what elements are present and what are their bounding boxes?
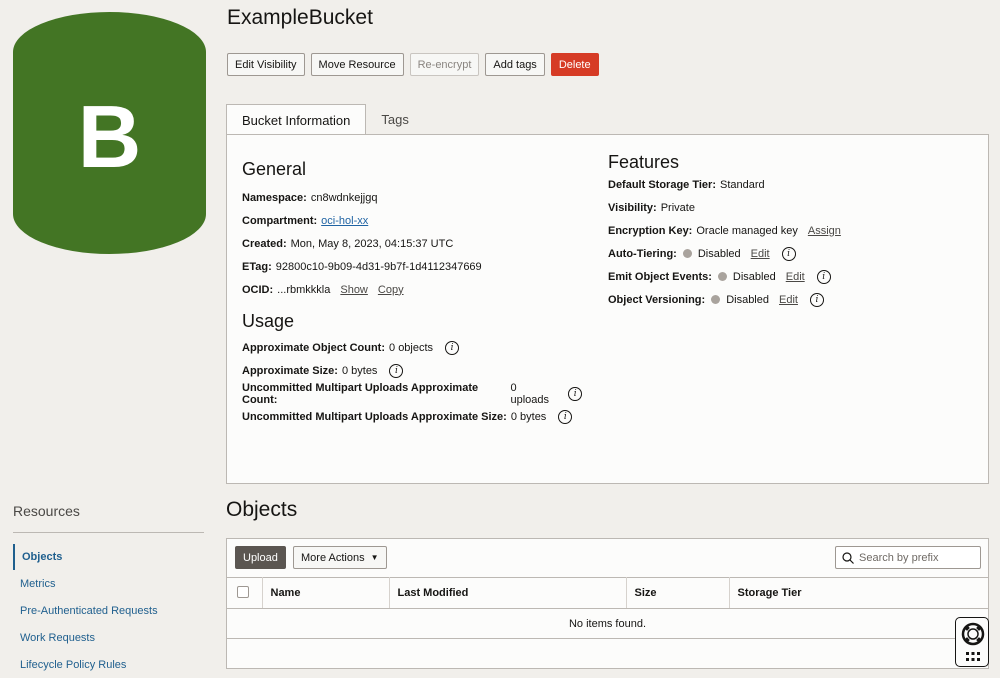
encryption-label: Encryption Key: — [608, 224, 693, 237]
multipart-count-value: 0 uploads — [510, 381, 550, 406]
objects-panel: Upload More Actions ▼ Search by prefix Na… — [226, 538, 989, 669]
status-dot-icon — [711, 295, 721, 304]
compartment-link[interactable]: oci-hol-xx — [321, 215, 368, 227]
features-heading: Features — [608, 152, 680, 172]
reencrypt-button[interactable]: Re-encrypt — [409, 53, 480, 76]
copy-ocid-link[interactable]: Copy — [378, 284, 404, 296]
more-actions-label: More Actions — [301, 551, 365, 564]
column-last-modified[interactable]: Last Modified — [389, 577, 627, 609]
info-icon[interactable]: i — [389, 363, 404, 378]
auto-tiering-label: Auto-Tiering: — [608, 247, 677, 260]
versioning-value: Disabled — [726, 293, 769, 306]
general-heading: General — [242, 159, 307, 179]
help-widget[interactable] — [955, 617, 989, 667]
upload-button[interactable]: Upload — [235, 546, 286, 569]
multipart-size-value: 0 bytes — [510, 410, 547, 423]
caret-down-icon: ▼ — [370, 553, 379, 562]
visibility-label: Visibility: — [608, 201, 657, 214]
divider — [13, 532, 204, 533]
resources-heading: Resources — [13, 503, 80, 519]
namespace-value: cn8wdnkejjgq — [310, 191, 378, 204]
ocid-label: OCID: — [242, 283, 274, 296]
resource-objects[interactable]: Objects — [13, 544, 204, 570]
auto-tiering-value: Disabled — [697, 247, 741, 260]
column-storage-tier[interactable]: Storage Tier — [729, 577, 988, 609]
lifebuoy-icon — [961, 622, 985, 661]
show-ocid-link[interactable]: Show — [340, 284, 368, 296]
info-icon[interactable]: i — [558, 409, 573, 424]
encryption-value: Oracle managed key — [696, 224, 798, 237]
info-icon[interactable]: i — [568, 386, 583, 401]
info-icon[interactable]: i — [781, 246, 796, 261]
column-size[interactable]: Size — [626, 577, 730, 609]
info-icon[interactable]: i — [445, 340, 460, 355]
storage-tier-value: Standard — [720, 178, 765, 191]
empty-message: No items found. — [227, 608, 988, 639]
bucket-info-panel: General Namespace: cn8wdnkejjgq Compartme… — [226, 134, 989, 484]
edit-visibility-button[interactable]: Edit Visibility — [227, 53, 305, 76]
tab-tags[interactable]: Tags — [366, 104, 423, 134]
logo-letter: B — [78, 87, 142, 186]
object-count-label: Approximate Object Count: — [242, 341, 386, 354]
info-icon[interactable]: i — [809, 292, 824, 307]
edit-object-events-link[interactable]: Edit — [786, 271, 805, 283]
etag-value: 92800c10-9b09-4d31-9b7f-1d4112347669 — [275, 260, 482, 273]
ocid-value: ...rbmkkkla — [277, 283, 331, 296]
object-events-label: Emit Object Events: — [608, 270, 712, 283]
multipart-count-label: Uncommitted Multipart Uploads Approximat… — [242, 381, 479, 406]
status-dot-icon — [717, 272, 727, 281]
created-value: Mon, May 8, 2023, 04:15:37 UTC — [290, 237, 454, 250]
size-value: 0 bytes — [341, 364, 378, 377]
created-label: Created: — [242, 237, 287, 250]
page-title: ExampleBucket — [227, 6, 373, 29]
assign-key-link[interactable]: Assign — [808, 225, 841, 237]
objects-heading: Objects — [226, 498, 298, 521]
bucket-logo: B — [13, 12, 206, 254]
multipart-size-label: Uncommitted Multipart Uploads Approximat… — [242, 410, 507, 423]
select-all-checkbox[interactable] — [237, 585, 249, 598]
search-input[interactable]: Search by prefix — [835, 546, 981, 569]
object-events-value: Disabled — [732, 270, 776, 283]
objects-table: Name Last Modified Size Storage Tier No … — [227, 577, 988, 639]
add-tags-button[interactable]: Add tags — [485, 53, 545, 76]
tabs: Bucket Information Tags — [226, 104, 424, 135]
resource-lifecycle-rules[interactable]: Lifecycle Policy Rules — [13, 652, 204, 678]
search-placeholder: Search by prefix — [859, 551, 939, 564]
versioning-label: Object Versioning: — [608, 293, 706, 306]
object-count-value: 0 objects — [389, 341, 434, 354]
usage-heading: Usage — [242, 311, 295, 331]
etag-label: ETag: — [242, 260, 272, 273]
info-icon[interactable]: i — [816, 269, 831, 284]
namespace-label: Namespace: — [242, 191, 307, 204]
edit-auto-tiering-link[interactable]: Edit — [751, 248, 770, 260]
edit-versioning-link[interactable]: Edit — [779, 294, 798, 306]
storage-tier-label: Default Storage Tier: — [608, 178, 716, 191]
column-name[interactable]: Name — [262, 577, 390, 609]
size-label: Approximate Size: — [242, 364, 338, 377]
action-bar: Edit Visibility Move Resource Re-encrypt… — [227, 53, 599, 76]
search-icon — [842, 551, 854, 564]
more-actions-button[interactable]: More Actions ▼ — [293, 546, 387, 569]
tab-bucket-information[interactable]: Bucket Information — [226, 104, 367, 135]
compartment-label: Compartment: — [242, 214, 318, 227]
resource-metrics[interactable]: Metrics — [13, 571, 204, 597]
status-dot-icon — [682, 249, 692, 258]
move-resource-button[interactable]: Move Resource — [310, 53, 404, 76]
delete-button[interactable]: Delete — [550, 53, 599, 76]
resource-work-requests[interactable]: Work Requests — [13, 625, 204, 651]
visibility-value: Private — [660, 201, 695, 214]
resource-par[interactable]: Pre-Authenticated Requests — [13, 598, 204, 624]
